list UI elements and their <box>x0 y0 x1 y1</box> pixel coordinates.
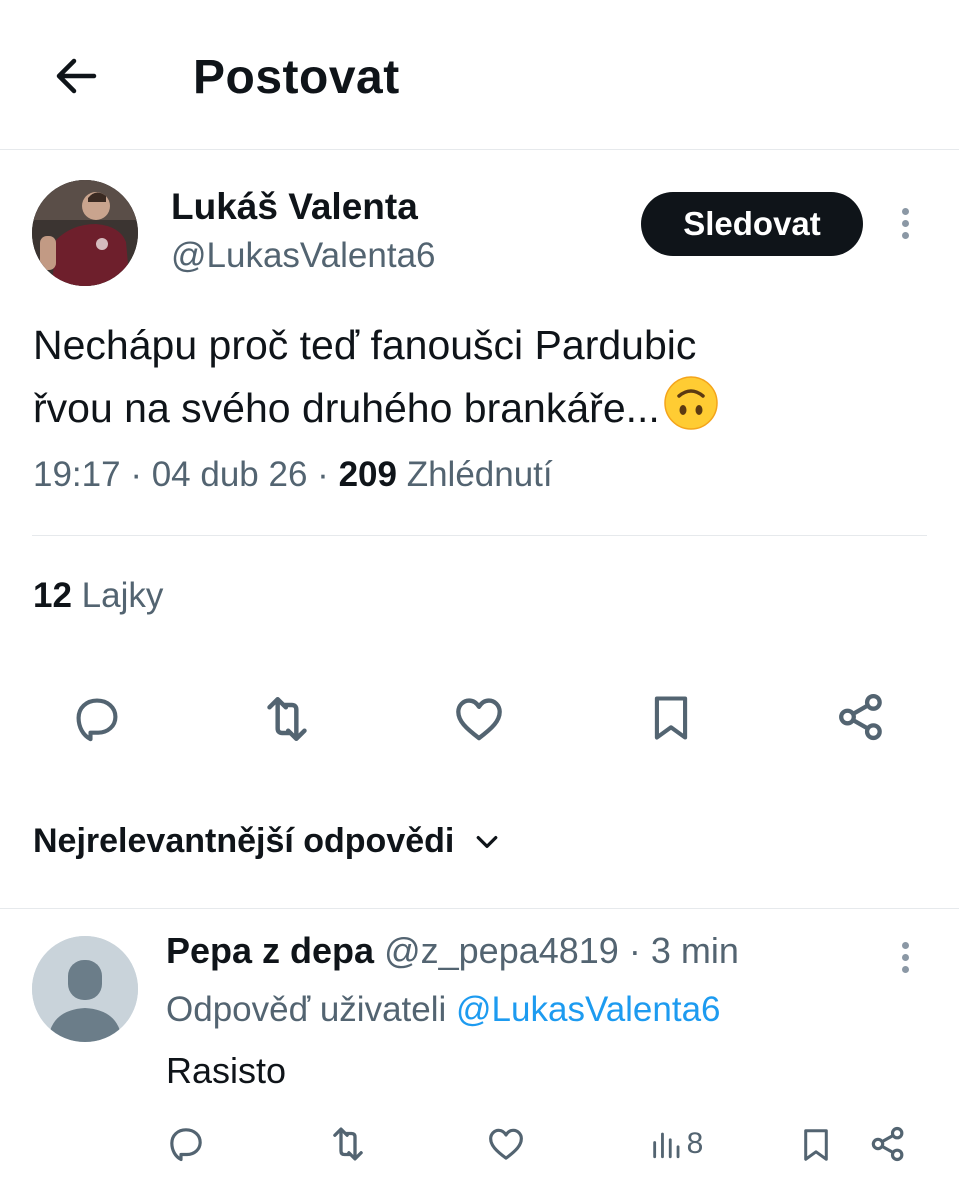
reply-to-label: Odpověď uživateli <box>166 990 447 1029</box>
author-name[interactable]: Lukáš Valenta <box>171 186 418 228</box>
tweet-text-line-content: řvou na svého druhého brankáře... <box>33 385 660 431</box>
reply-text: Rasisto <box>166 1050 287 1091</box>
reply-icon <box>170 1128 202 1162</box>
reply-to-line: Odpověď uživateli @LukasValenta6 <box>166 990 721 1030</box>
arrow-left-icon <box>56 58 97 94</box>
share-icon <box>871 1126 904 1162</box>
reply-more-button[interactable] <box>890 932 920 982</box>
bookmark-icon <box>804 1129 828 1161</box>
likes-label: Lajky <box>81 576 164 615</box>
heart-icon <box>456 698 502 741</box>
upside-down-face-emoji-icon <box>664 376 718 447</box>
back-button[interactable] <box>48 48 104 104</box>
author-handle[interactable]: @LukasValenta6 <box>171 236 436 276</box>
views-count: 209 <box>338 455 397 494</box>
reply-author-handle[interactable]: @z_pepa4819 <box>384 930 619 971</box>
reply-views-count: 8 <box>686 1127 704 1160</box>
share-icon <box>839 693 882 741</box>
reply-retweet-button[interactable] <box>326 1122 370 1166</box>
reply-header: Pepa z depa @z_pepa4819 · 3 min <box>166 930 739 972</box>
default-avatar-icon <box>32 936 138 1042</box>
more-dot <box>901 953 909 961</box>
replies-sort-dropdown[interactable]: Nejrelevantnější odpovědi <box>33 822 502 861</box>
tweet-time[interactable]: 19:17 <box>33 455 121 494</box>
like-button[interactable] <box>450 690 508 748</box>
reply-time[interactable]: 3 min <box>651 930 739 971</box>
tweet-text-line: Nechápu proč teď fanoušci Pardubic <box>33 322 697 368</box>
heart-icon <box>489 1128 523 1160</box>
reply-reply-button[interactable] <box>164 1122 208 1166</box>
more-dot <box>901 231 909 239</box>
tweet-text-line: řvou na svého druhého brankáře... <box>33 376 913 447</box>
divider <box>32 535 927 536</box>
author-photo <box>32 180 138 286</box>
sort-label: Nejrelevantnější odpovědi <box>33 822 455 860</box>
retweet-button[interactable] <box>258 690 316 748</box>
reply-button[interactable] <box>68 690 126 748</box>
tweet-date[interactable]: 04 dub 26 <box>152 455 308 494</box>
meta-separator: · <box>130 455 142 494</box>
share-button[interactable] <box>832 688 890 746</box>
reply-views-button[interactable]: 8 <box>636 1122 716 1166</box>
tweet-more-button[interactable] <box>890 198 920 248</box>
reply-to-mention[interactable]: @LukasValenta6 <box>456 990 721 1029</box>
divider <box>0 908 959 909</box>
retweet-icon <box>267 696 307 742</box>
views-label: Zhlédnutí <box>406 455 553 494</box>
likes-summary[interactable]: 12 Lajky <box>33 576 163 616</box>
page-title: Postovat <box>193 51 400 104</box>
reply-bookmark-button[interactable] <box>794 1122 838 1168</box>
bookmark-icon <box>654 696 688 740</box>
more-dot <box>901 207 909 215</box>
reply-icon <box>76 698 118 742</box>
reply-share-button[interactable] <box>866 1122 910 1166</box>
tweet-text: Nechápu proč teď fanoušci Pardubic řvou … <box>33 314 913 447</box>
author-avatar[interactable] <box>32 180 138 286</box>
meta-separator: · <box>317 455 329 494</box>
top-bar: Postovat <box>0 0 959 150</box>
reply-separator: · <box>628 930 641 971</box>
reply-author-name[interactable]: Pepa z depa <box>166 930 374 971</box>
more-dot <box>901 941 909 949</box>
likes-count: 12 <box>33 576 72 615</box>
chevron-down-icon <box>476 835 498 848</box>
more-dot <box>901 965 909 973</box>
reply-avatar[interactable] <box>32 936 138 1042</box>
retweet-icon <box>333 1127 363 1161</box>
bookmark-button[interactable] <box>642 688 700 748</box>
more-dot <box>901 219 909 227</box>
follow-button[interactable]: Sledovat <box>641 192 863 256</box>
reply-like-button[interactable] <box>484 1122 528 1166</box>
tweet-meta: 19:17 · 04 dub 26 · 209 Zhlédnutí <box>33 455 553 495</box>
analytics-icon <box>652 1132 680 1159</box>
